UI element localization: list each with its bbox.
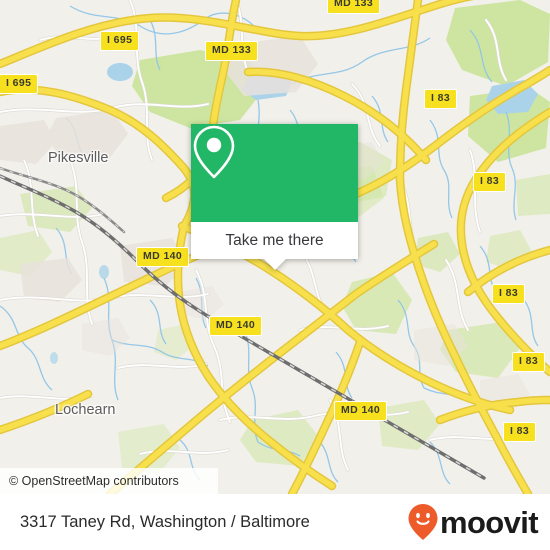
moovit-smiley-pin-icon [408,504,438,540]
road-shield: I 83 [512,352,546,372]
moovit-logo[interactable]: moovit [407,503,539,541]
moovit-wordmark: moovit [439,504,539,540]
callout-pin-panel [191,124,358,222]
map-attribution[interactable]: © OpenStreetMap contributors [0,468,218,494]
road-shield: MD 133 [205,41,259,61]
take-me-there-label: Take me there [225,231,324,249]
road-shield: MD 140 [136,247,190,267]
road-shield: I 83 [424,89,458,109]
place-label-lochearn: Lochearn [55,402,116,418]
road-shield: I 695 [100,31,140,51]
map-screenshot: MD 133 I 695 MD 133 I 83 I 695 I 83 MD 1… [0,0,550,550]
map-canvas[interactable]: MD 133 I 695 MD 133 I 83 I 695 I 83 MD 1… [0,0,550,494]
location-callout-card[interactable]: Take me there [191,124,358,270]
road-shield: MD 140 [209,316,263,336]
road-shield: I 83 [492,284,526,304]
callout-action-panel[interactable]: Take me there [191,222,358,270]
attribution-text: © OpenStreetMap contributors [9,474,179,488]
address-label: 3317 Taney Rd, Washington / Baltimore [20,512,310,531]
location-pin-icon [193,125,235,179]
road-shield: MD 140 [334,401,388,421]
place-label-pikesville: Pikesville [48,150,109,166]
bottom-info-bar: 3317 Taney Rd, Washington / Baltimore mo… [0,494,550,550]
road-shield: I 83 [473,172,507,192]
road-shield: I 695 [0,74,39,94]
road-shield: I 83 [503,422,537,442]
road-shield: MD 133 [327,0,381,14]
callout-pointer-tail [263,259,286,270]
